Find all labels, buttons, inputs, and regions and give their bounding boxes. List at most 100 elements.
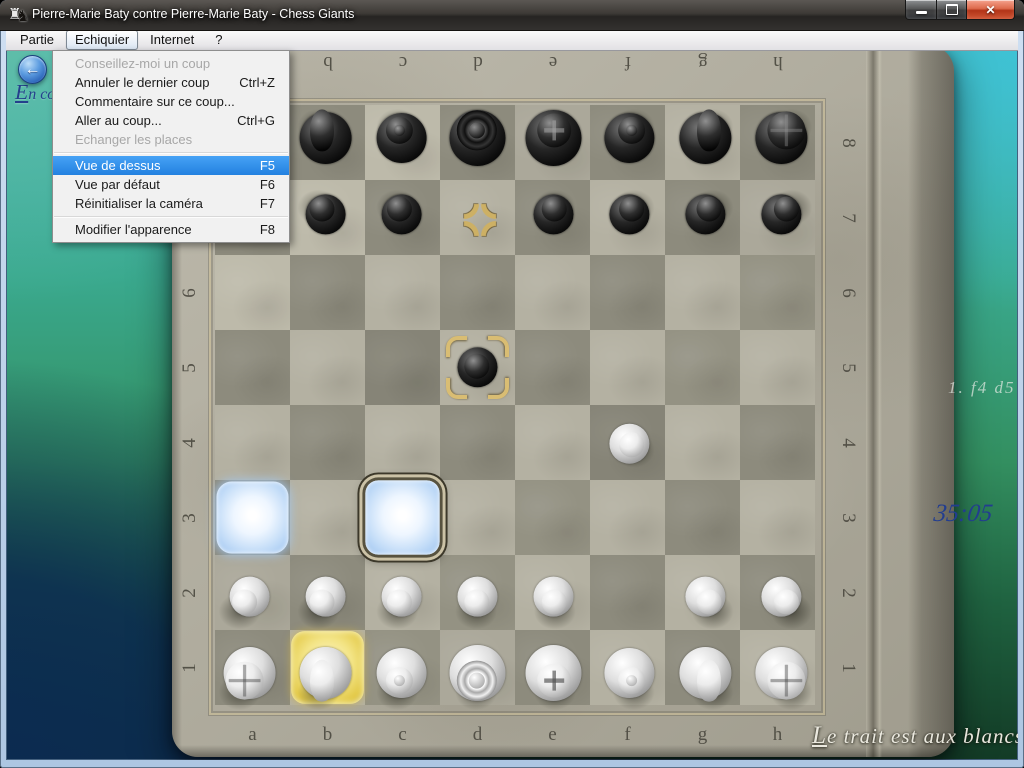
coord-file-top-f: f: [624, 51, 630, 73]
square-g6[interactable]: [665, 255, 740, 330]
piece-white-knight-b1[interactable]: [290, 630, 365, 705]
menu-item-vue-par-defaut[interactable]: Vue par défaut F6: [53, 175, 289, 194]
piece-white-queen-d1[interactable]: [440, 630, 515, 705]
menubar-item-partie[interactable]: Partie: [11, 30, 63, 50]
piece-black-rook-h8[interactable]: [740, 105, 815, 180]
piece-black-pawn-d5[interactable]: [440, 330, 515, 405]
piece-black-pawn-f7[interactable]: [590, 180, 665, 255]
square-b6[interactable]: [290, 255, 365, 330]
piece-black-pawn-b7[interactable]: [290, 180, 365, 255]
square-d7[interactable]: [440, 180, 515, 255]
square-e6[interactable]: [515, 255, 590, 330]
menu-item-annuler-le-dernier-coup[interactable]: Annuler le dernier coupCtrl+Z: [53, 73, 289, 92]
piece-white-pawn-g2[interactable]: [665, 555, 740, 630]
menu-separator: [54, 152, 288, 153]
square-e4[interactable]: [515, 405, 590, 480]
piece-white-pawn-a2[interactable]: [215, 555, 290, 630]
square-b5[interactable]: [290, 330, 365, 405]
board-edge-bottom: [172, 745, 954, 757]
piece-white-pawn-h2[interactable]: [740, 555, 815, 630]
piece-black-pawn-h7[interactable]: [740, 180, 815, 255]
close-button[interactable]: ✕: [966, 0, 1015, 20]
piece-black-pawn-c7[interactable]: [365, 180, 440, 255]
coord-file-bottom-a: a: [248, 724, 256, 746]
minimize-button[interactable]: [905, 0, 937, 20]
square-h5[interactable]: [740, 330, 815, 405]
square-g3[interactable]: [665, 480, 740, 555]
coord-rank-right-4: 4: [837, 438, 859, 448]
square-c5[interactable]: [365, 330, 440, 405]
square-d6[interactable]: [440, 255, 515, 330]
square-c6[interactable]: [365, 255, 440, 330]
menu-item-label: Commentaire sur ce coup...: [75, 94, 235, 109]
piece-black-knight-b8[interactable]: [290, 105, 365, 180]
square-d4[interactable]: [440, 405, 515, 480]
piece-black-bishop-c8[interactable]: [365, 105, 440, 180]
piece-white-rook-h1[interactable]: [740, 630, 815, 705]
piece-white-knight-g1[interactable]: [665, 630, 740, 705]
menu-item-shortcut: F6: [260, 175, 275, 194]
square-h6[interactable]: [740, 255, 815, 330]
piece-white-rook-a1[interactable]: [215, 630, 290, 705]
menu-item-aller-au-coup[interactable]: Aller au coup...Ctrl+G: [53, 111, 289, 130]
piece-white-bishop-f1[interactable]: [590, 630, 665, 705]
move-hint-square-a3[interactable]: [217, 482, 289, 554]
square-e5[interactable]: [515, 330, 590, 405]
square-e3[interactable]: [515, 480, 590, 555]
piece-white-bishop-c1[interactable]: [365, 630, 440, 705]
square-d3[interactable]: [440, 480, 515, 555]
menu-item-modifier-l-apparence[interactable]: Modifier l'apparenceF8: [53, 220, 289, 239]
menu-item-conseillez-moi-un-coup[interactable]: Conseillez-moi un coup: [53, 54, 289, 73]
maximize-button[interactable]: [937, 0, 966, 20]
coord-rank-left-1: 1: [179, 663, 201, 673]
piece-white-pawn-e2[interactable]: [515, 555, 590, 630]
maximize-icon: [946, 4, 958, 15]
window-controls: ✕: [905, 0, 1015, 20]
piece-black-pawn-g7[interactable]: [665, 180, 740, 255]
square-a6[interactable]: [215, 255, 290, 330]
square-f2[interactable]: [590, 555, 665, 630]
menubar-item-echiquier[interactable]: Echiquier: [66, 30, 138, 50]
square-f6[interactable]: [590, 255, 665, 330]
menu-item-vue-de-dessus[interactable]: Vue de dessusF5: [53, 156, 289, 175]
menu-separator: [54, 216, 288, 217]
piece-white-pawn-b2[interactable]: [290, 555, 365, 630]
piece-black-queen-d8[interactable]: [440, 105, 515, 180]
context-menu: Conseillez-moi un coupAnnuler le dernier…: [52, 50, 290, 243]
square-f3[interactable]: [590, 480, 665, 555]
square-a5[interactable]: [215, 330, 290, 405]
square-b4[interactable]: [290, 405, 365, 480]
coord-file-bottom-h: h: [773, 724, 783, 746]
piece-white-pawn-c2[interactable]: [365, 555, 440, 630]
menu-item-shortcut: F5: [260, 156, 275, 175]
square-c4[interactable]: [365, 405, 440, 480]
coord-rank-right-3: 3: [837, 513, 859, 523]
square-a4[interactable]: [215, 405, 290, 480]
piece-white-king-e1[interactable]: [515, 630, 590, 705]
coord-rank-right-5: 5: [837, 363, 859, 373]
piece-black-knight-g8[interactable]: [665, 105, 740, 180]
piece-black-king-e8[interactable]: [515, 105, 590, 180]
menu-item-commentaire-sur-ce-coup[interactable]: Commentaire sur ce coup...: [53, 92, 289, 111]
menu-item-label: Vue par défaut: [75, 177, 160, 192]
square-h4[interactable]: [740, 405, 815, 480]
menu-item-reinitialiser-la-camera[interactable]: Réinitialiser la caméraF7: [53, 194, 289, 213]
piece-white-pawn-d2[interactable]: [440, 555, 515, 630]
coord-file-top-d: d: [473, 51, 483, 73]
square-g5[interactable]: [665, 330, 740, 405]
cursor-square-c3[interactable]: [365, 480, 439, 554]
menubar-item-help[interactable]: ?: [206, 30, 231, 50]
piece-white-pawn-f4[interactable]: [590, 405, 665, 480]
piece-black-pawn-e7[interactable]: [515, 180, 590, 255]
square-g4[interactable]: [665, 405, 740, 480]
chess-pieces-icon: ♜ ♞: [8, 5, 28, 25]
square-b3[interactable]: [290, 480, 365, 555]
board-edge-right: [908, 50, 954, 757]
square-f5[interactable]: [590, 330, 665, 405]
menu-item-echanger-les-places[interactable]: Echanger les places: [53, 130, 289, 149]
menubar-item-internet[interactable]: Internet: [141, 30, 203, 50]
piece-black-bishop-f8[interactable]: [590, 105, 665, 180]
coord-rank-right-7: 7: [837, 213, 859, 223]
back-button[interactable]: ←: [18, 55, 47, 84]
square-h3[interactable]: [740, 480, 815, 555]
